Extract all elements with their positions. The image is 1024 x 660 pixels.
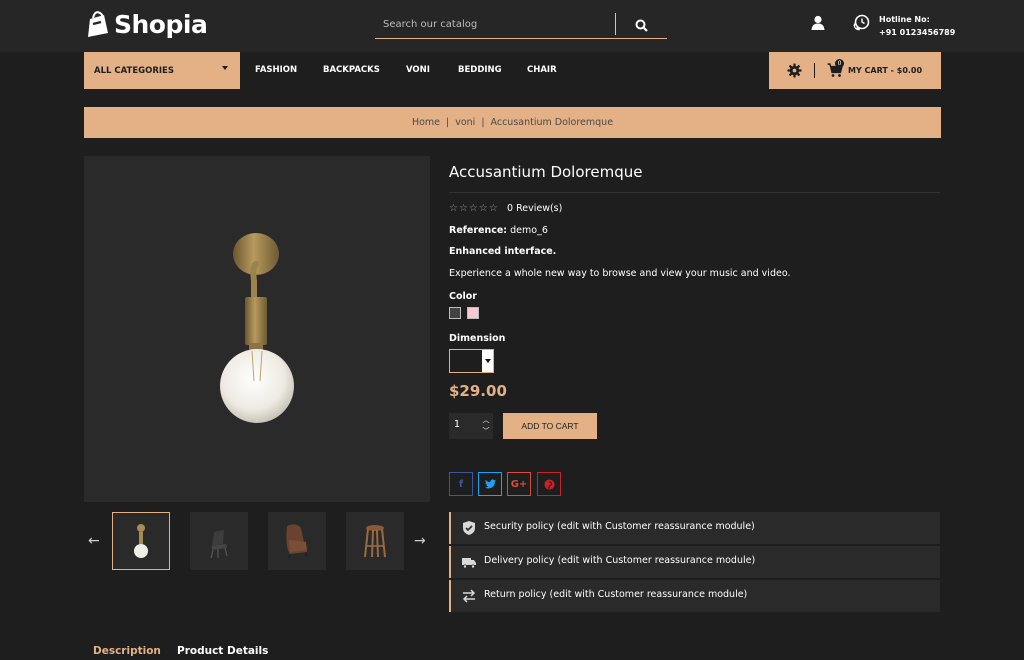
chevron-up-icon[interactable]: ︿ <box>481 415 491 425</box>
cart-settings-panel: 0 MY CART - $0.00 <box>769 52 941 89</box>
search-bar <box>375 10 667 39</box>
main-navigation: ALL CATEGORIES FASHION BACKPACKS VONI BE… <box>0 52 1024 90</box>
truck-icon <box>462 558 476 569</box>
product-reference: Reference: demo_6 <box>449 225 548 236</box>
nav-item-bedding[interactable]: BEDDING <box>458 52 502 89</box>
facebook-icon: f <box>458 478 464 490</box>
arrow-right-icon[interactable]: → <box>414 533 426 549</box>
my-cart-link[interactable]: MY CART - $0.00 <box>848 52 922 89</box>
add-to-cart-button[interactable]: ADD TO CART <box>503 413 597 439</box>
breadcrumb-current: Accusantium Doloremque <box>490 117 614 128</box>
shopping-bag-icon <box>88 11 108 37</box>
thumbnail-stool[interactable] <box>346 512 404 570</box>
color-label: Color <box>449 291 477 302</box>
pinterest-icon <box>543 478 555 490</box>
hotline-number: +91 0123456789 <box>879 28 956 37</box>
caret-down-icon <box>222 66 228 70</box>
twitter-share-button[interactable] <box>478 472 502 496</box>
cart-count-badge: 0 <box>835 59 844 68</box>
product-highlight: Enhanced interface. <box>449 246 557 257</box>
nav-item-fashion[interactable]: FASHION <box>255 52 297 89</box>
nav-item-chair[interactable]: CHAIR <box>527 52 557 89</box>
chevron-down-icon <box>482 350 493 372</box>
search-divider <box>615 13 616 35</box>
policy-text: Security policy (edit with Customer reas… <box>484 521 755 532</box>
armchair-thumbnail-image <box>286 524 308 559</box>
rating-stars: ☆☆☆☆☆ <box>449 203 499 214</box>
review-count[interactable]: 0 Review(s) <box>507 203 562 214</box>
twitter-icon <box>484 479 496 489</box>
logo-text: Shopia <box>114 9 208 39</box>
quantity-input[interactable]: 1 <box>454 419 460 430</box>
nav-item-backpacks[interactable]: BACKPACKS <box>323 52 380 89</box>
chair-thumbnail-image <box>210 530 228 559</box>
dimension-select[interactable] <box>449 349 494 373</box>
search-icon <box>635 19 648 32</box>
dimension-label: Dimension <box>449 333 506 344</box>
color-swatch-pink[interactable] <box>467 307 479 319</box>
product-main-image[interactable] <box>84 156 430 502</box>
phone-clock-icon <box>853 14 870 31</box>
color-swatch-gray[interactable] <box>449 307 461 319</box>
swap-arrows-icon <box>462 589 476 603</box>
search-input[interactable] <box>375 14 613 34</box>
wall-lamp-image <box>220 233 294 423</box>
breadcrumb-separator: | <box>446 117 450 128</box>
quantity-stepper[interactable]: 1 ︿ ﹀ <box>449 413 493 439</box>
gear-icon[interactable] <box>787 63 802 78</box>
chevron-down-icon[interactable]: ﹀ <box>481 426 491 436</box>
product-price: $29.00 <box>449 382 507 400</box>
tab-product-details[interactable]: Product Details <box>177 645 268 657</box>
hotline-info: Hotline No: +91 0123456789 <box>879 13 955 39</box>
thumbnail-armchair[interactable] <box>268 512 326 570</box>
all-categories-dropdown[interactable]: ALL CATEGORIES <box>84 52 240 89</box>
breadcrumb-category[interactable]: voni <box>455 117 475 128</box>
user-icon[interactable] <box>809 14 827 32</box>
google-plus-icon: G+ <box>510 478 528 490</box>
divider <box>449 192 940 193</box>
stool-thumbnail-image <box>364 525 386 558</box>
facebook-share-button[interactable]: f <box>449 472 473 496</box>
hotline-label: Hotline No: <box>879 15 930 24</box>
tab-description[interactable]: Description <box>93 645 161 657</box>
breadcrumb-home[interactable]: Home <box>412 117 440 128</box>
thumbnail-carousel: ← → <box>84 511 430 571</box>
logo[interactable]: Shopia <box>84 6 208 42</box>
pinterest-share-button[interactable] <box>537 472 561 496</box>
google-plus-share-button[interactable]: G+ <box>507 472 531 496</box>
thumbnail-lamp[interactable] <box>112 512 170 570</box>
product-description: Experience a whole new way to browse and… <box>449 268 791 279</box>
divider <box>814 63 815 78</box>
delivery-policy: Delivery policy (edit with Customer reas… <box>449 546 940 578</box>
arrow-left-icon[interactable]: ← <box>88 533 100 549</box>
return-policy: Return policy (edit with Customer reassu… <box>449 580 940 612</box>
lamp-thumbnail-image <box>134 524 148 558</box>
top-header: Shopia Hotline No: +91 0123456789 <box>0 0 1024 52</box>
nav-item-voni[interactable]: VONI <box>406 52 430 89</box>
shield-icon <box>463 521 475 535</box>
all-categories-label: ALL CATEGORIES <box>94 65 174 76</box>
reference-label: Reference: <box>449 225 508 236</box>
reference-value: demo_6 <box>510 225 548 236</box>
breadcrumb: Home | voni | Accusantium Doloremque <box>84 107 941 138</box>
search-button[interactable] <box>629 14 653 36</box>
security-policy: Security policy (edit with Customer reas… <box>449 512 940 544</box>
breadcrumb-separator: | <box>481 117 485 128</box>
policy-text: Delivery policy (edit with Customer reas… <box>484 555 756 566</box>
thumbnail-chair[interactable] <box>190 512 248 570</box>
policy-text: Return policy (edit with Customer reassu… <box>484 589 748 600</box>
product-title: Accusantium Doloremque <box>449 163 643 181</box>
